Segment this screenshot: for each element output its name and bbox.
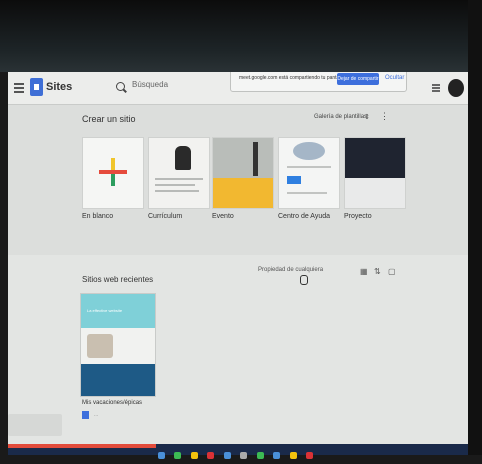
template-label-project: Proyecto xyxy=(344,213,372,220)
search-icon[interactable] xyxy=(116,82,125,91)
sites-header: Sites Búsqueda meet.google.com está comp… xyxy=(8,72,468,105)
template-project[interactable] xyxy=(344,137,406,209)
owner-filter-dropdown[interactable]: Propiedad de cualquiera xyxy=(258,267,323,273)
sites-logo-icon[interactable] xyxy=(30,78,43,96)
recent-sites-title: Sitios web recientes xyxy=(82,275,154,284)
monitor-edge xyxy=(468,0,482,455)
mouse-cursor-icon xyxy=(300,275,308,285)
template-label-resume: Currículum xyxy=(148,213,183,220)
menu-icon[interactable] xyxy=(14,83,24,93)
help-button-graphic xyxy=(287,176,301,184)
template-gallery-button[interactable]: Galería de plantillas xyxy=(314,114,367,120)
text-line xyxy=(287,192,327,194)
app-icon[interactable] xyxy=(240,452,248,459)
chevron-updown-icon[interactable]: ⇕ xyxy=(364,113,370,121)
template-label-event: Evento xyxy=(212,213,234,220)
sort-icon[interactable]: ⇅ xyxy=(374,267,381,276)
template-resume[interactable] xyxy=(148,137,210,209)
recent-site-name[interactable]: Mis vacaciones/épicas xyxy=(82,400,142,406)
sites-doc-icon xyxy=(82,411,89,419)
app-icon[interactable] xyxy=(190,452,198,459)
app-icon[interactable] xyxy=(223,452,231,459)
template-label-blank: En blanco xyxy=(82,213,114,220)
meet-preview-panel xyxy=(8,414,62,436)
site-hero: La effective website xyxy=(81,294,155,328)
grid-view-icon[interactable]: ▦ xyxy=(360,267,368,276)
site-hero-text: La effective website xyxy=(87,308,123,313)
folder-icon[interactable]: ▢ xyxy=(388,267,396,276)
recent-site-date: ... xyxy=(94,412,99,418)
app-icon[interactable] xyxy=(207,452,215,459)
app-icon[interactable] xyxy=(174,452,182,459)
screen-share-banner: meet.google.com está compartiendo tu pan… xyxy=(230,72,407,92)
app-icon[interactable] xyxy=(158,452,165,459)
monitor-bezel xyxy=(0,0,482,72)
search-box[interactable]: Búsqueda xyxy=(116,80,224,96)
site-footer xyxy=(81,364,155,396)
browser-screen: Sites Búsqueda meet.google.com está comp… xyxy=(8,72,468,444)
help-image xyxy=(293,142,325,160)
stop-sharing-button[interactable]: Dejar de compartir xyxy=(337,73,379,85)
template-blank[interactable] xyxy=(82,137,144,209)
project-body xyxy=(345,178,405,208)
recent-site-card[interactable]: La effective website xyxy=(80,293,156,397)
taskbar xyxy=(8,444,468,459)
template-event[interactable] xyxy=(212,137,274,209)
site-photo xyxy=(87,334,113,358)
app-icon[interactable] xyxy=(289,452,297,459)
share-message: meet.google.com está compartiendo tu pan… xyxy=(239,75,346,81)
create-site-title: Crear un sitio xyxy=(82,114,136,124)
portrait-image xyxy=(175,146,191,170)
search-input[interactable]: Búsqueda xyxy=(132,80,168,89)
event-photo-detail xyxy=(253,142,258,176)
app-icon[interactable] xyxy=(306,452,314,459)
template-help-center[interactable] xyxy=(278,137,340,209)
recent-sites-section: Sitios web recientes Propiedad de cualqu… xyxy=(8,255,468,444)
avatar[interactable] xyxy=(448,79,464,97)
event-photo xyxy=(213,138,273,178)
text-line xyxy=(287,166,331,168)
more-vert-icon[interactable]: ⋮ xyxy=(380,111,389,122)
recording-indicator xyxy=(8,444,156,448)
text-line xyxy=(155,178,203,180)
app-icon[interactable] xyxy=(273,452,281,459)
create-site-section: Crear un sitio Galería de plantillas ⇕ ⋮… xyxy=(8,105,468,255)
apps-grid-icon[interactable] xyxy=(432,84,440,92)
text-line xyxy=(155,190,199,192)
app-icon[interactable] xyxy=(256,452,264,459)
app-title: Sites xyxy=(46,81,73,93)
taskbar-icons xyxy=(158,446,458,459)
template-label-help-center: Centro de Ayuda xyxy=(278,213,331,220)
text-line xyxy=(155,184,195,186)
plus-icon-bar xyxy=(99,170,127,174)
event-banner xyxy=(213,178,273,208)
hide-banner-button[interactable]: Ocultar xyxy=(385,75,404,81)
